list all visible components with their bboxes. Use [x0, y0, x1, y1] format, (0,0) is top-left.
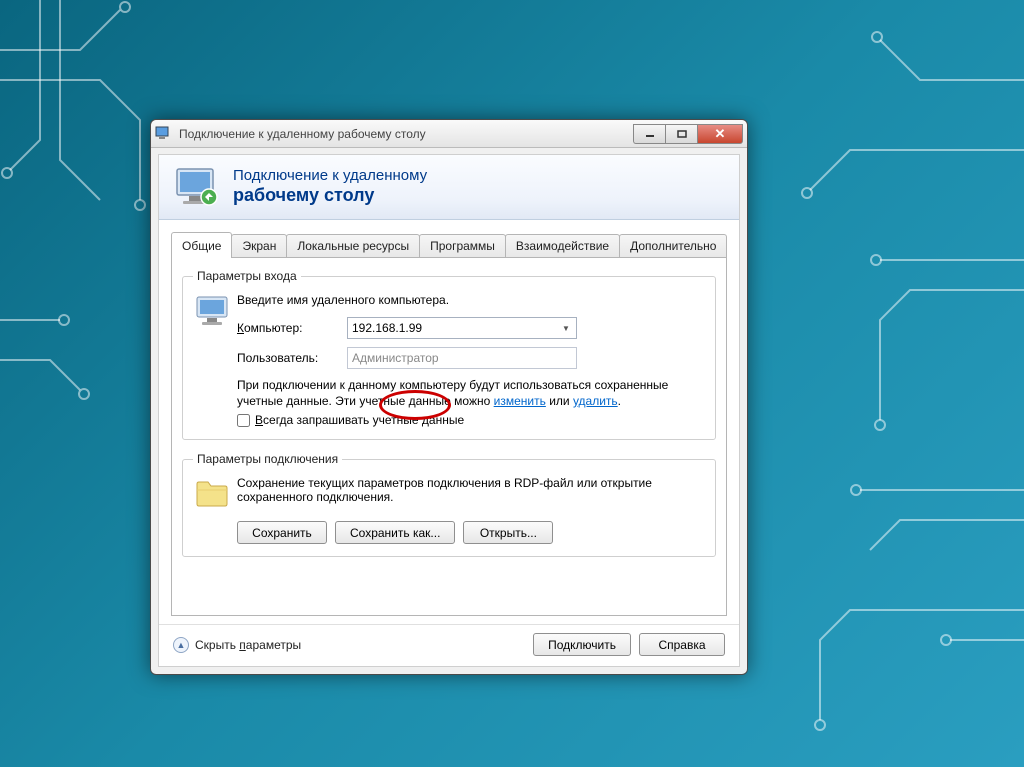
banner-line2: рабочему столу [233, 185, 427, 207]
close-button[interactable]: ✕ [697, 124, 743, 144]
tab-local-resources[interactable]: Локальные ресурсы [286, 234, 420, 257]
computer-value: 192.168.1.99 [352, 321, 422, 335]
maximize-button[interactable] [665, 124, 697, 144]
user-placeholder: Администратор [352, 351, 439, 365]
save-as-button[interactable]: Сохранить как... [335, 521, 455, 544]
save-button[interactable]: Сохранить [237, 521, 327, 544]
tab-programs[interactable]: Программы [419, 234, 506, 257]
banner: Подключение к удаленному рабочему столу [159, 155, 739, 220]
rdp-banner-icon [173, 163, 221, 211]
tab-display[interactable]: Экран [231, 234, 287, 257]
open-button[interactable]: Открыть... [463, 521, 553, 544]
change-credentials-link[interactable]: изменить [494, 394, 546, 408]
tab-panel-general: Параметры входа Введите имя удаленного [171, 257, 727, 616]
tab-experience[interactable]: Взаимодействие [505, 234, 620, 257]
tab-advanced[interactable]: Дополнительно [619, 234, 727, 257]
user-field[interactable]: Администратор [347, 347, 577, 369]
banner-line1: Подключение к удаленному [233, 167, 427, 185]
titlebar[interactable]: Подключение к удаленному рабочему столу … [151, 120, 747, 148]
credentials-text: При подключении к данному компьютеру буд… [237, 377, 705, 409]
content-area: Подключение к удаленному рабочему столу … [158, 154, 740, 667]
folder-icon [193, 476, 237, 515]
login-params-group: Параметры входа Введите имя удаленного [182, 269, 716, 440]
computer-label: Компьютер: [237, 321, 347, 335]
window-title: Подключение к удаленному рабочему столу [179, 127, 633, 141]
hide-options-link[interactable]: ▲ Скрыть параметры [173, 637, 301, 653]
always-ask-checkbox[interactable] [237, 414, 250, 427]
bottom-bar: ▲ Скрыть параметры Подключить Справка [159, 624, 739, 666]
connection-text: Сохранение текущих параметров подключени… [237, 476, 705, 504]
app-icon [155, 125, 173, 143]
user-label: Пользователь: [237, 351, 347, 365]
minimize-button[interactable] [633, 124, 665, 144]
computer-icon [193, 293, 237, 427]
tab-general[interactable]: Общие [171, 232, 232, 257]
connection-params-group: Параметры подключения Сохранение текущих… [182, 452, 716, 557]
connect-button[interactable]: Подключить [533, 633, 631, 656]
tabs: Общие Экран Локальные ресурсы Программы … [171, 232, 727, 258]
delete-credentials-link[interactable]: удалить [573, 394, 618, 408]
computer-combobox[interactable]: 192.168.1.99 ▼ [347, 317, 577, 339]
chevron-down-icon: ▼ [558, 320, 574, 336]
rdp-window: Подключение к удаленному рабочему столу … [150, 119, 748, 675]
chevron-up-icon: ▲ [173, 637, 189, 653]
help-button[interactable]: Справка [639, 633, 725, 656]
login-instruction: Введите имя удаленного компьютера. [237, 293, 705, 307]
always-ask-label: Всегда запрашивать учетные данные [255, 413, 464, 427]
connection-legend: Параметры подключения [193, 452, 342, 466]
hide-options-label: Скрыть параметры [195, 638, 301, 652]
login-legend: Параметры входа [193, 269, 301, 283]
